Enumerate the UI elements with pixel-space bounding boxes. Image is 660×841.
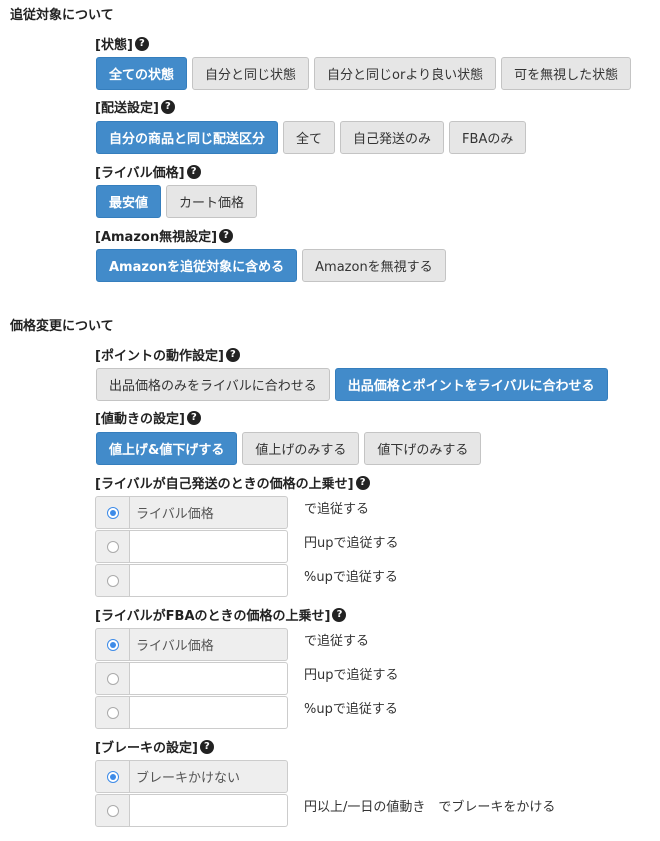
no-brake-field: ブレーキかけない bbox=[130, 760, 288, 793]
fba-option-percent bbox=[95, 696, 288, 729]
help-icon[interactable]: ? bbox=[186, 164, 201, 179]
shipping-all-button[interactable]: 全て bbox=[283, 121, 336, 154]
rival-price-cart-button[interactable]: カート価格 bbox=[166, 185, 258, 218]
self-ship-option-rival: ライバル価格 bbox=[95, 496, 288, 529]
rival-price-field: ライバル価格 bbox=[130, 496, 288, 529]
yen-up-input[interactable] bbox=[130, 662, 288, 695]
brake-threshold-input[interactable] bbox=[130, 794, 288, 827]
fba-option-rival: ライバル価格 bbox=[95, 628, 288, 661]
movement-button-group: 値上げ&値下げする 値上げのみする 値下げのみする bbox=[96, 432, 482, 465]
shipping-label: [配送設定] ? bbox=[95, 97, 175, 116]
self-ship-option-yen bbox=[95, 530, 288, 563]
rival-price-label-text: [ライバル価格] bbox=[95, 166, 185, 181]
amazon-ignore-button-group: Amazonを追従対象に含める Amazonを無視する bbox=[96, 249, 446, 282]
suffix-text: %upで追従する bbox=[304, 702, 398, 717]
shipping-fba-button[interactable]: FBAのみ bbox=[449, 121, 527, 154]
radio-addon bbox=[95, 662, 130, 695]
radio-button[interactable] bbox=[106, 706, 119, 719]
suffix-text: %upで追従する bbox=[304, 570, 398, 585]
radio-addon bbox=[95, 696, 130, 729]
radio-addon bbox=[95, 496, 130, 529]
radio-addon bbox=[95, 530, 130, 563]
suffix-text: 円upで追従する bbox=[304, 536, 399, 551]
self-ship-markup-label: [ライバルが自己発送のときの価格の上乗せ] ? bbox=[95, 473, 370, 492]
points-label-text: [ポイントの動作設定] bbox=[95, 349, 224, 364]
help-icon[interactable]: ? bbox=[160, 99, 175, 114]
amazon-include-button[interactable]: Amazonを追従対象に含める bbox=[96, 249, 298, 282]
movement-up-only-button[interactable]: 値上げのみする bbox=[242, 432, 360, 465]
condition-label-text: [状態] bbox=[95, 38, 133, 53]
shipping-same-button[interactable]: 自分の商品と同じ配送区分 bbox=[96, 121, 279, 154]
rival-price-label: [ライバル価格] ? bbox=[95, 162, 201, 181]
brake-label-text: [ブレーキの設定] bbox=[95, 741, 198, 756]
brake-option-none: ブレーキかけない bbox=[95, 760, 288, 793]
self-ship-markup-label-text: [ライバルが自己発送のときの価格の上乗せ] bbox=[95, 477, 354, 492]
condition-same-button[interactable]: 自分と同じ状態 bbox=[192, 57, 310, 90]
brake-label: [ブレーキの設定] ? bbox=[95, 737, 214, 756]
points-price-only-button[interactable]: 出品価格のみをライバルに合わせる bbox=[96, 368, 330, 401]
amazon-ignore-button[interactable]: Amazonを無視する bbox=[302, 249, 446, 282]
suffix-text: 円以上/一日の値動き でブレーキをかける bbox=[304, 800, 556, 815]
help-icon[interactable]: ? bbox=[134, 36, 149, 51]
movement-both-button[interactable]: 値上げ&値下げする bbox=[96, 432, 238, 465]
radio-button[interactable] bbox=[106, 804, 119, 817]
condition-same-or-better-button[interactable]: 自分と同じorより良い状態 bbox=[314, 57, 497, 90]
suffix-text: 円upで追従する bbox=[304, 668, 399, 683]
radio-addon bbox=[95, 628, 130, 661]
self-ship-option-percent bbox=[95, 564, 288, 597]
amazon-ignore-label-text: [Amazon無視設定] bbox=[95, 230, 218, 245]
fba-option-yen bbox=[95, 662, 288, 695]
points-button-group: 出品価格のみをライバルに合わせる 出品価格とポイントをライバルに合わせる bbox=[96, 368, 608, 401]
rival-price-field: ライバル価格 bbox=[130, 628, 288, 661]
rival-price-button-group: 最安値 カート価格 bbox=[96, 185, 258, 218]
section-title-tracking: 追従対象について bbox=[10, 8, 114, 23]
suffix-text: で追従する bbox=[304, 634, 370, 649]
points-price-and-points-button[interactable]: 出品価格とポイントをライバルに合わせる bbox=[334, 368, 608, 401]
shipping-self-button[interactable]: 自己発送のみ bbox=[340, 121, 445, 154]
radio-button[interactable] bbox=[106, 672, 119, 685]
help-icon[interactable]: ? bbox=[225, 347, 240, 362]
help-icon[interactable]: ? bbox=[332, 607, 347, 622]
help-icon[interactable]: ? bbox=[355, 475, 370, 490]
points-label: [ポイントの動作設定] ? bbox=[95, 345, 240, 364]
radio-addon bbox=[95, 794, 130, 827]
rival-price-lowest-button[interactable]: 最安値 bbox=[96, 185, 162, 218]
help-icon[interactable]: ? bbox=[186, 410, 201, 425]
help-icon[interactable]: ? bbox=[219, 228, 234, 243]
yen-up-input[interactable] bbox=[130, 530, 288, 563]
percent-up-input[interactable] bbox=[130, 564, 288, 597]
radio-addon bbox=[95, 760, 130, 793]
brake-option-threshold bbox=[95, 794, 288, 827]
amazon-ignore-label: [Amazon無視設定] ? bbox=[95, 226, 234, 245]
fba-markup-label-text: [ライバルがFBAのときの価格の上乗せ] bbox=[95, 609, 331, 624]
shipping-button-group: 自分の商品と同じ配送区分 全て 自己発送のみ FBAのみ bbox=[96, 121, 527, 154]
suffix-text: で追従する bbox=[304, 502, 370, 517]
fba-markup-label: [ライバルがFBAのときの価格の上乗せ] ? bbox=[95, 605, 347, 624]
radio-button[interactable] bbox=[106, 506, 119, 519]
condition-label: [状態] ? bbox=[95, 34, 149, 53]
radio-addon bbox=[95, 564, 130, 597]
shipping-label-text: [配送設定] bbox=[95, 101, 159, 116]
help-icon[interactable]: ? bbox=[199, 739, 214, 754]
radio-button[interactable] bbox=[106, 770, 119, 783]
radio-button[interactable] bbox=[106, 638, 119, 651]
movement-label-text: [値動きの設定] bbox=[95, 412, 185, 427]
condition-ignore-acceptable-button[interactable]: 可を無視した状態 bbox=[501, 57, 632, 90]
section-title-price-change: 価格変更について bbox=[10, 319, 114, 334]
radio-button[interactable] bbox=[106, 574, 119, 587]
movement-down-only-button[interactable]: 値下げのみする bbox=[364, 432, 482, 465]
condition-all-button[interactable]: 全ての状態 bbox=[96, 57, 188, 90]
movement-label: [値動きの設定] ? bbox=[95, 408, 201, 427]
radio-button[interactable] bbox=[106, 540, 119, 553]
percent-up-input[interactable] bbox=[130, 696, 288, 729]
condition-button-group: 全ての状態 自分と同じ状態 自分と同じorより良い状態 可を無視した状態 bbox=[96, 57, 632, 90]
